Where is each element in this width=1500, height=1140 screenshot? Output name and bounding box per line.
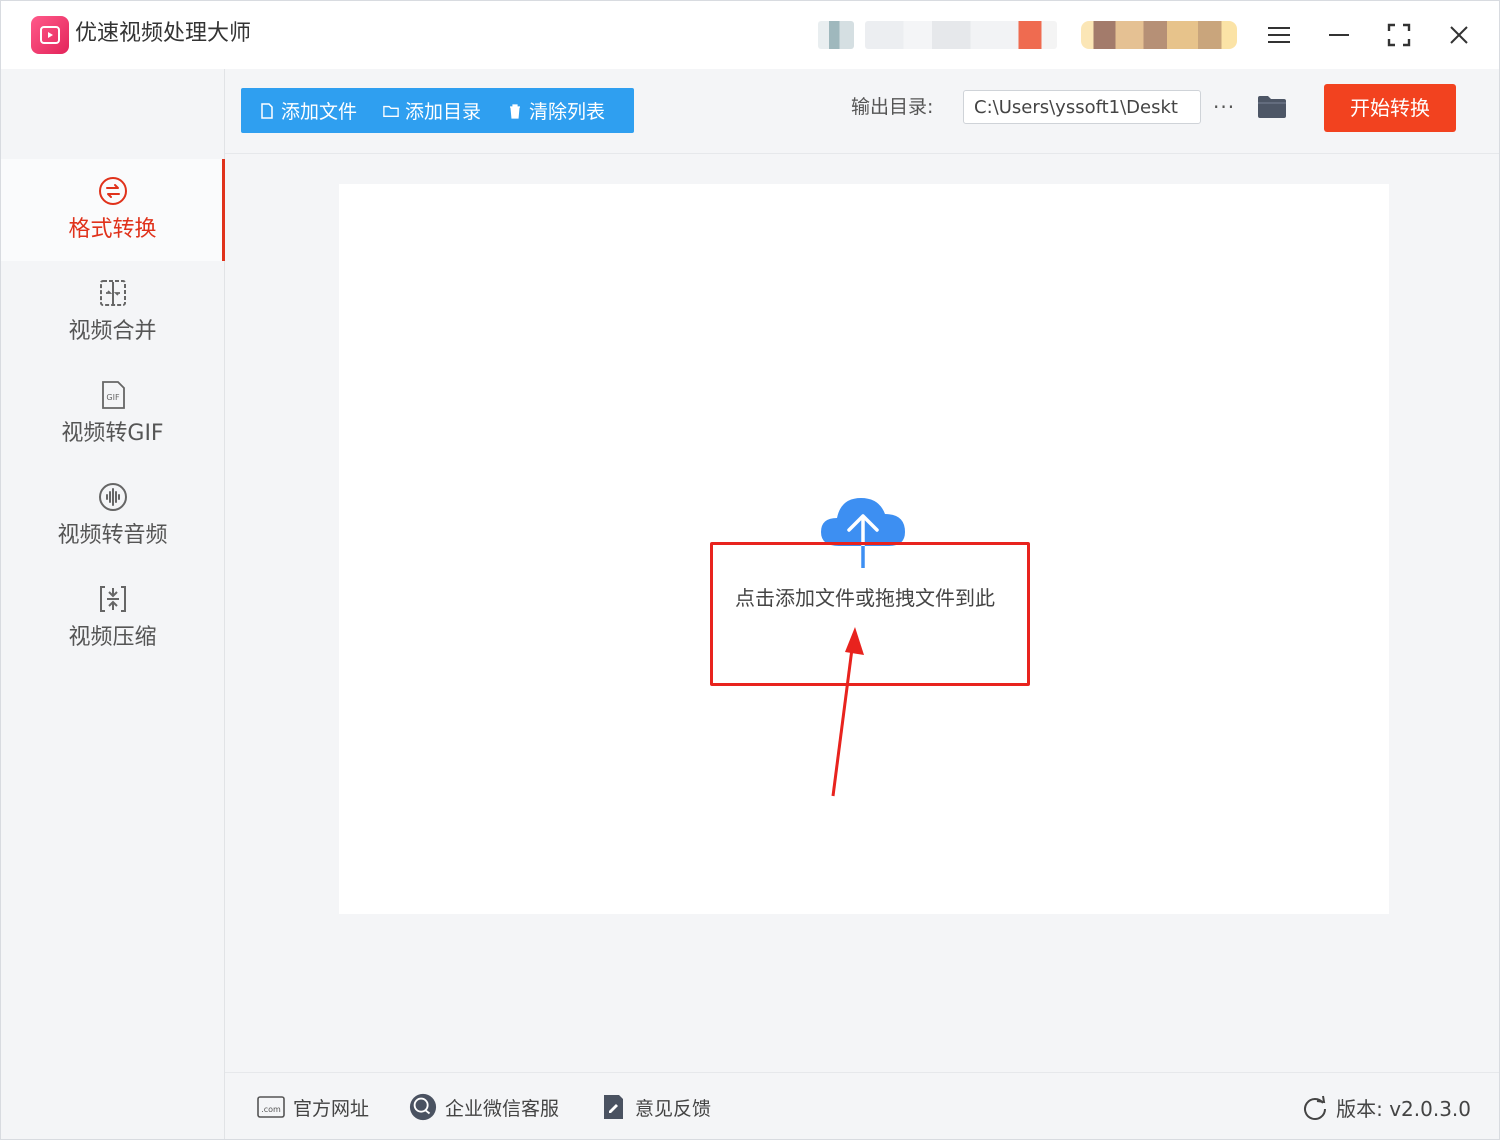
- clear-list-button[interactable]: 清除列表: [507, 88, 605, 133]
- merge-icon: [98, 278, 128, 308]
- open-folder-button[interactable]: [1257, 94, 1287, 120]
- compress-icon: [98, 584, 128, 614]
- sidebar-item-video-to-gif[interactable]: GIF 视频转GIF: [1, 363, 224, 465]
- blurred-account-info: [865, 21, 1057, 49]
- close-icon: [1450, 26, 1468, 44]
- sidebar-item-label: 格式转换: [68, 217, 157, 242]
- folder-open-icon: [1258, 96, 1286, 118]
- sidebar-item-video-compress[interactable]: 视频压缩: [1, 567, 224, 669]
- menu-button[interactable]: [1259, 15, 1299, 55]
- file-toolbar: 添加文件 添加目录 清除列表: [241, 88, 634, 133]
- file-icon: [259, 102, 275, 119]
- sidebar-item-format-convert[interactable]: 格式转换: [1, 159, 225, 261]
- footer-bar: .com 官方网址 企业微信客服 意见反馈 版本: v2.0.3.0: [225, 1072, 1499, 1139]
- blurred-vip-badge[interactable]: [1081, 21, 1237, 49]
- sidebar-item-video-to-audio[interactable]: 视频转音频: [1, 465, 224, 567]
- more-options-button[interactable]: ···: [1213, 93, 1239, 121]
- audio-icon: [98, 482, 128, 512]
- svg-text:.com: .com: [261, 1105, 281, 1114]
- official-website-link[interactable]: .com 官方网址: [257, 1093, 369, 1121]
- app-logo: [31, 16, 69, 54]
- version-label: 版本: v2.0.3.0: [1336, 1097, 1471, 1121]
- sidebar-item-video-merge[interactable]: 视频合并: [1, 261, 224, 363]
- sidebar-item-label: 视频压缩: [68, 625, 157, 650]
- wechat-support-link[interactable]: 企业微信客服: [409, 1093, 559, 1121]
- convert-icon: [98, 176, 128, 206]
- clear-list-label: 清除列表: [529, 101, 606, 123]
- add-directory-label: 添加目录: [405, 101, 482, 123]
- toolbar-divider: [225, 153, 1499, 154]
- add-file-label: 添加文件: [281, 101, 358, 123]
- version-info[interactable]: 版本: v2.0.3.0: [1302, 1093, 1471, 1122]
- menu-icon: [1268, 27, 1290, 43]
- close-button[interactable]: [1439, 15, 1479, 55]
- app-window: 优速视频处理大师 格式转换 视频合并 GIF 视频转GIF 视频转音频 视频压缩…: [0, 0, 1500, 1140]
- start-convert-button[interactable]: 开始转换: [1324, 84, 1456, 132]
- maximize-icon: [1387, 23, 1411, 47]
- svg-text:GIF: GIF: [106, 393, 120, 402]
- gif-icon: GIF: [98, 380, 128, 410]
- official-website-label: 官方网址: [293, 1097, 370, 1120]
- cloud-upload-icon: [821, 498, 905, 570]
- output-directory-label: 输出目录:: [851, 96, 934, 118]
- website-icon: .com: [257, 1093, 285, 1121]
- feedback-label: 意见反馈: [635, 1097, 712, 1120]
- app-title: 优速视频处理大师: [75, 21, 252, 46]
- wechat-support-label: 企业微信客服: [445, 1097, 560, 1120]
- sidebar-item-label: 视频转音频: [57, 523, 168, 548]
- feedback-icon: [599, 1093, 627, 1121]
- sidebar-item-label: 视频合并: [68, 319, 157, 344]
- chat-icon: [409, 1093, 437, 1121]
- drop-hint-text: 点击添加文件或拖拽文件到此: [735, 586, 995, 610]
- minimize-button[interactable]: [1319, 15, 1359, 55]
- title-bar: 优速视频处理大师: [1, 1, 1499, 69]
- sidebar: 格式转换 视频合并 GIF 视频转GIF 视频转音频 视频压缩: [1, 69, 225, 1139]
- output-directory-input[interactable]: [963, 90, 1201, 124]
- feedback-link[interactable]: 意见反馈: [599, 1093, 711, 1121]
- add-directory-button[interactable]: 添加目录: [383, 88, 481, 133]
- file-drop-area[interactable]: 点击添加文件或拖拽文件到此: [339, 184, 1389, 914]
- blurred-avatar: [818, 21, 854, 49]
- add-file-button[interactable]: 添加文件: [259, 88, 357, 133]
- trash-icon: [507, 103, 523, 119]
- maximize-button[interactable]: [1379, 15, 1419, 55]
- folder-icon: [383, 103, 399, 119]
- sidebar-item-label: 视频转GIF: [61, 421, 164, 446]
- minimize-icon: [1329, 34, 1349, 36]
- refresh-icon: [1304, 1095, 1327, 1120]
